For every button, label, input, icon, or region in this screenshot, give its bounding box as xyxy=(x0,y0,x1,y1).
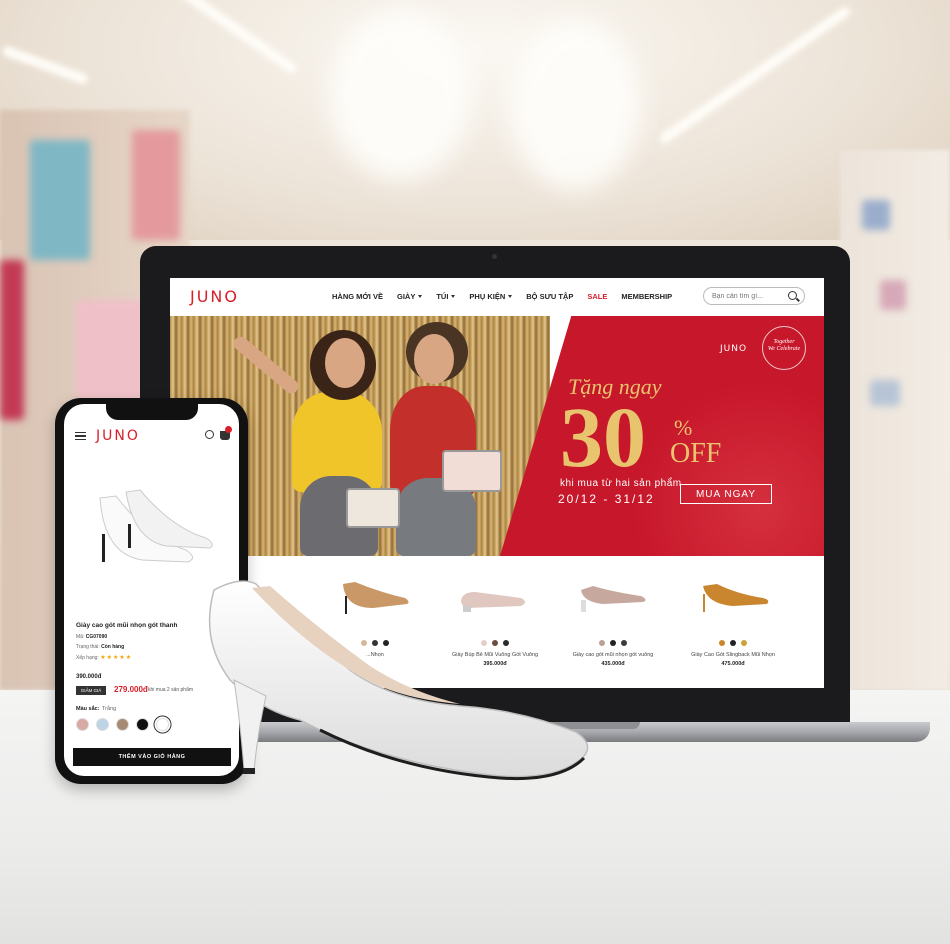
color-value: Trắng xyxy=(102,706,117,712)
original-price: 390.000đ xyxy=(76,674,102,680)
shoe-heel xyxy=(128,524,131,548)
color-swatch-blue[interactable] xyxy=(96,718,109,731)
sku-value: CG07090 xyxy=(85,634,108,640)
product-price: 475.000đ xyxy=(721,661,745,667)
search-box[interactable] xyxy=(703,287,805,305)
site-header: JUNO HÀNG MỚI VỀ GIÀY TÚI PHỤ KIỆN BỘ SƯ… xyxy=(170,278,824,316)
heel-tip xyxy=(243,768,255,774)
chevron-down-icon xyxy=(451,295,456,298)
hamburger-menu-icon[interactable] xyxy=(75,432,86,440)
color-swatch[interactable] xyxy=(730,640,736,646)
store-display xyxy=(76,300,146,400)
color-swatch-black[interactable] xyxy=(136,718,149,731)
promo-banner[interactable]: JUNO Together We Celebrate Tặng ngay 30 … xyxy=(170,316,824,556)
banner-brand: JUNO xyxy=(720,344,748,354)
sku-label: Mã: xyxy=(76,634,85,640)
pump-shoe xyxy=(208,580,589,781)
color-label: Màu sắc: xyxy=(76,706,100,712)
product-image[interactable] xyxy=(86,488,216,578)
together-seal: Together We Celebrate xyxy=(762,326,806,370)
color-swatches xyxy=(683,640,783,646)
shoe-upper xyxy=(208,580,589,778)
product-sku: Mã: CG07090 xyxy=(76,634,107,640)
juno-logo[interactable]: JUNO xyxy=(190,287,239,306)
shoe-pair xyxy=(99,489,213,563)
store-display xyxy=(30,140,90,260)
shelf-item xyxy=(862,200,890,230)
seal-text: We Celebrate xyxy=(767,346,801,353)
price-note: khi mua 2 sản phẩm xyxy=(148,687,194,693)
nav-item-sale[interactable]: SALE xyxy=(587,292,607,301)
product-status: Trạng thái: Còn hàng xyxy=(76,644,124,650)
color-swatch-pink[interactable] xyxy=(76,718,89,731)
shelf-item xyxy=(870,380,900,406)
nav-label: GIÀY xyxy=(396,292,416,301)
shoe-heel xyxy=(102,534,105,562)
discount-tag: GIẢM GIÁ xyxy=(76,686,106,695)
search-icon[interactable] xyxy=(788,291,797,300)
laptop-camera xyxy=(492,254,497,259)
chevron-down-icon xyxy=(418,295,423,298)
seal-text: Together xyxy=(773,339,795,345)
color-swatch-white[interactable] xyxy=(156,718,169,731)
chandelier xyxy=(510,20,640,190)
model-face xyxy=(325,338,365,388)
nav-label: HÀNG MỚI VỀ xyxy=(332,292,383,301)
cart-badge xyxy=(225,426,232,433)
nav-label: TÚI xyxy=(436,292,449,301)
product-name: Giày Cao Gót Slingback Mũi Nhọn xyxy=(691,652,775,658)
shelf-item xyxy=(880,280,906,310)
search-input[interactable] xyxy=(712,292,786,300)
status-value: Còn hàng xyxy=(101,644,125,650)
nav-label: SALE xyxy=(587,292,608,301)
nav-label: PHỤ KIỆN xyxy=(469,292,506,301)
chevron-down-icon xyxy=(508,295,513,298)
shoe-body xyxy=(703,584,769,606)
product-card[interactable]: Giày Cao Gót Slingback Mũi Nhọn 475.000đ xyxy=(683,568,783,688)
star-rating[interactable]: ★★★★★ xyxy=(100,655,132,661)
search-icon[interactable] xyxy=(205,430,214,439)
nav-item-collections[interactable]: BỘ SƯU TẬP xyxy=(526,292,573,301)
handbag-blush xyxy=(442,450,502,492)
product-title: Giày cao gót mũi nhọn gót thanh xyxy=(76,622,178,629)
white-pump-shoe xyxy=(208,580,589,781)
status-label: Trạng thái: xyxy=(76,644,100,650)
nav-item-shoes[interactable]: GIÀY xyxy=(396,292,423,301)
nav-label: BỘ SƯU TẬP xyxy=(526,292,574,301)
store-display xyxy=(132,130,180,240)
promo-off: OFF xyxy=(670,438,722,469)
color-swatch[interactable] xyxy=(610,640,616,646)
color-swatch[interactable] xyxy=(741,640,747,646)
model-face xyxy=(414,334,454,384)
color-swatches xyxy=(76,718,169,731)
shoe-heel xyxy=(233,679,267,771)
nav-item-membership[interactable]: MEMBERSHIP xyxy=(621,292,672,301)
phone-notch xyxy=(106,404,198,420)
shop-now-button[interactable]: MUA NGAY xyxy=(680,484,772,504)
color-swatch-brown[interactable] xyxy=(116,718,129,731)
promo-discount-number: 30 xyxy=(560,389,646,485)
nav-item-bags[interactable]: TÚI xyxy=(436,292,456,301)
nav-label: MEMBERSHIP xyxy=(621,292,673,301)
nav-item-accessories[interactable]: PHỤ KIỆN xyxy=(469,292,513,301)
store-shelf xyxy=(840,150,950,690)
promo-date-range: 20/12 - 31/12 xyxy=(558,492,655,506)
handbag-white xyxy=(346,488,400,528)
shoe-heel xyxy=(703,594,705,612)
promo-subline: khi mua từ hai sản phẩm xyxy=(560,478,682,489)
product-rating: Xếp hạng: ★★★★★ xyxy=(76,654,132,661)
color-swatch[interactable] xyxy=(719,640,725,646)
color-swatch[interactable] xyxy=(621,640,627,646)
chandelier xyxy=(330,10,470,180)
rating-label: Xếp hạng: xyxy=(76,655,99,661)
sale-price: 279.000đ xyxy=(114,685,148,694)
slingback-shoe-icon xyxy=(703,584,769,612)
main-nav: HÀNG MỚI VỀ GIÀY TÚI PHỤ KIỆN BỘ SƯU TẬP… xyxy=(332,292,672,301)
store-display xyxy=(0,260,24,420)
nav-item-new-arrivals[interactable]: HÀNG MỚI VỀ xyxy=(332,292,383,301)
juno-logo[interactable]: JUNO xyxy=(96,428,140,444)
